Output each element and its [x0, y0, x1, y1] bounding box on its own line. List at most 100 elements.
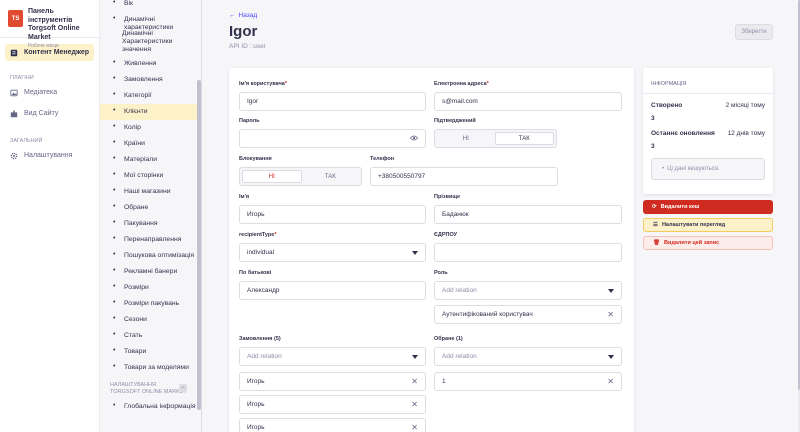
favorites-label: Обране (1) — [434, 336, 463, 342]
username-input[interactable]: Igor — [239, 92, 426, 111]
collection-item-label: Мої сторінки — [124, 172, 164, 179]
email-input[interactable]: s@mail.com — [434, 92, 622, 111]
confirmed-toggle[interactable]: НІ ТАК — [434, 129, 557, 148]
collection-item[interactable]: Перенаправлення — [100, 232, 201, 248]
collection-item[interactable]: Стать — [100, 328, 201, 344]
collection-item-label: Товари — [124, 348, 147, 355]
collection-item[interactable]: Живлення — [100, 56, 201, 72]
role-placeholder: Add relation — [442, 287, 477, 294]
phone-input[interactable]: +380500550797 — [370, 167, 558, 186]
collection-item[interactable]: Пакування — [100, 216, 201, 232]
orders-placeholder: Add relation — [247, 353, 282, 360]
collection-item-label: Стать — [124, 332, 143, 339]
delete-entry-button[interactable]: 🗑 Видалити цей запис — [643, 236, 773, 250]
main-navigation: TS Панель інструментів Torgsoft Online M… — [0, 0, 100, 432]
collection-item[interactable]: Товари за моделями — [100, 360, 201, 376]
nav-media-library[interactable]: Медіатека — [5, 84, 94, 101]
arrow-left-icon: ← — [229, 12, 236, 19]
close-icon[interactable]: ✕ — [411, 400, 418, 409]
collection-item-label: Сезони — [124, 316, 147, 323]
collection-item-label: Живлення — [124, 60, 157, 67]
collection-item-active[interactable]: Клієнти — [100, 104, 201, 120]
save-button[interactable]: Зберегти — [735, 24, 773, 40]
collapse-icon[interactable]: − — [179, 384, 187, 392]
blocked-toggle[interactable]: НІ ТАК — [239, 167, 362, 186]
username-label: Ім'я користувача* — [239, 81, 287, 87]
orders-label: Замовлення (5) — [239, 336, 281, 342]
collection-item[interactable]: Наші магазини — [100, 184, 201, 200]
orders-relation-label: Игорь — [247, 401, 265, 408]
collection-item-label: Пошукова оптимізація — [124, 252, 195, 259]
nav-site-view[interactable]: Вид Сайту — [5, 105, 94, 122]
password-field: Пароль — [239, 118, 426, 148]
subnav-scrollbar[interactable] — [197, 80, 201, 410]
collection-item[interactable]: Товари — [100, 344, 201, 360]
close-icon[interactable]: ✕ — [411, 423, 418, 432]
brand: TS Панель інструментів Torgsoft Online M… — [0, 0, 99, 49]
role-relation-label: Аутентифікований користувач — [442, 311, 533, 318]
back-link[interactable]: ← Назад — [229, 12, 257, 19]
created-label: Створено — [651, 102, 683, 109]
eye-icon[interactable] — [409, 135, 419, 143]
settings-section-title: НАЛАШТУВАННЯ TORGSOFT ONLINE MARKET − — [100, 376, 201, 396]
cache-note-text: Ці дані кешуються. — [667, 166, 720, 172]
confirmed-yes[interactable]: ТАК — [494, 132, 554, 145]
clear-cache-button[interactable]: ⟳ Видалити кеш — [643, 200, 773, 214]
close-icon[interactable]: ✕ — [411, 377, 418, 386]
orders-relation-label: Игорь — [247, 378, 265, 385]
collection-item[interactable]: Колір — [100, 120, 201, 136]
first-name-label: Ім'я — [239, 194, 250, 200]
orders-relation-item[interactable]: Игорь ✕ — [239, 395, 426, 414]
api-id: API ID : user — [229, 43, 266, 50]
collection-item[interactable]: Категорії — [100, 88, 201, 104]
confirmed-label: Підтверджений — [434, 118, 476, 124]
role-relation-item[interactable]: Аутентифікований користувач ✕ — [434, 305, 622, 324]
favorites-relation-item[interactable]: 1 ✕ — [434, 372, 622, 391]
favorites-select[interactable]: Add relation — [434, 347, 622, 366]
collection-item[interactable]: Сезони — [100, 312, 201, 328]
collection-item[interactable]: Динамічні Характеристики значення — [100, 28, 201, 56]
close-icon[interactable]: ✕ — [607, 310, 614, 319]
orders-relation-item[interactable]: Игорь ✕ — [239, 418, 426, 432]
updated-by: 3 — [651, 143, 655, 150]
updated-row: Останнє оновлення 12 днів тому — [643, 130, 773, 137]
role-select[interactable]: Add relation — [434, 281, 622, 300]
last-name-input[interactable]: Баданюк — [434, 205, 622, 224]
created-value: 2 місяці тому — [725, 102, 765, 109]
edrpou-input[interactable] — [434, 243, 622, 262]
collection-item[interactable]: Мої сторінки — [100, 168, 201, 184]
confirmed-no[interactable]: НІ — [437, 132, 495, 145]
collection-item[interactable]: Вік — [100, 0, 201, 12]
last-name-field: Прізвище Баданюк — [434, 194, 622, 224]
first-name-input[interactable]: Игорь — [239, 205, 426, 224]
orders-relation-item[interactable]: Игорь ✕ — [239, 372, 426, 391]
orders-select[interactable]: Add relation — [239, 347, 426, 366]
collection-item-label: Країни — [124, 140, 145, 147]
collection-item-label: Вік — [124, 0, 134, 7]
configure-view-button[interactable]: ☰ Налаштувати перегляд — [643, 218, 773, 232]
phone-field: Телефон +380500550797 — [370, 156, 558, 186]
nav-settings[interactable]: Налаштування — [5, 147, 94, 164]
patronymic-input[interactable]: Александр — [239, 281, 426, 300]
collection-item[interactable]: Рекламні банери — [100, 264, 201, 280]
recipient-type-select[interactable]: individual — [239, 243, 426, 262]
collection-item[interactable]: Замовлення — [100, 72, 201, 88]
collection-item[interactable]: Пошукова оптимізація — [100, 248, 201, 264]
clear-cache-label: Видалити кеш — [660, 204, 700, 210]
blocked-yes[interactable]: ТАК — [302, 170, 360, 183]
collection-item-label: Матеріали — [124, 156, 158, 163]
close-icon[interactable]: ✕ — [607, 377, 614, 386]
settings-item[interactable]: Глобальна інформація — [100, 399, 201, 415]
collection-item[interactable]: Обране — [100, 200, 201, 216]
collection-item[interactable]: Динамічні характеристики — [100, 12, 201, 31]
username-field: Ім'я користувача* Igor — [239, 81, 426, 111]
confirmed-field: Підтверджений НІ ТАК — [434, 118, 557, 148]
collection-item[interactable]: Матеріали — [100, 152, 201, 168]
orders-field: Замовлення (5) Add relation Игорь ✕ Игор… — [239, 336, 426, 432]
collection-item[interactable]: Розміри пакувань — [100, 296, 201, 312]
phone-label: Телефон — [370, 156, 395, 162]
collection-item[interactable]: Розміри — [100, 280, 201, 296]
collection-item[interactable]: Країни — [100, 136, 201, 152]
blocked-no[interactable]: НІ — [242, 170, 302, 183]
password-input[interactable] — [239, 129, 426, 148]
